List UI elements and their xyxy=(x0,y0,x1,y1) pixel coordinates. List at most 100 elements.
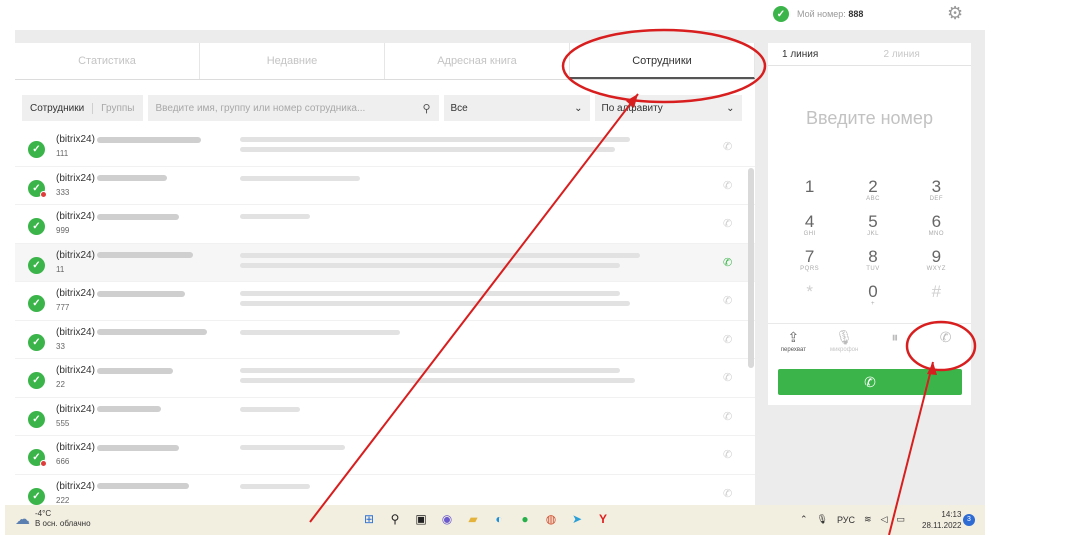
keypad-key[interactable]: 2 ABC xyxy=(841,178,904,208)
keypad-key[interactable]: 3 DEF xyxy=(905,178,968,208)
chevron-up-icon[interactable]: ⌃ xyxy=(800,514,808,525)
employee-name: (bitrix24) xyxy=(56,365,173,376)
blurred-name xyxy=(96,136,201,143)
key-digit: 9 xyxy=(931,247,942,266)
search-placeholder: Введите имя, группу или номер сотрудника… xyxy=(155,102,366,114)
pickup-action[interactable]: ⇪ перехват xyxy=(768,324,819,363)
blurred-name xyxy=(96,406,161,412)
employee-row[interactable]: ✓ (bitrix24) 777 ✆ xyxy=(15,282,755,321)
blurred-name xyxy=(96,367,173,374)
search-input[interactable]: Введите имя, группу или номер сотрудника… xyxy=(147,95,439,121)
telephony-app: ✓ Мой номер: 888 ⚙ Статистика Недавние А… xyxy=(15,0,985,505)
employee-row[interactable]: ✓ (bitrix24) 555 ✆ xyxy=(15,398,755,436)
call-employee-phone-icon[interactable]: ✆ xyxy=(723,487,732,500)
start-icon[interactable]: ⊞ xyxy=(360,510,378,528)
tab-address-book[interactable]: Адресная книга xyxy=(385,43,570,79)
call-employee-phone-icon[interactable]: ✆ xyxy=(723,140,732,153)
employee-position-blurred xyxy=(240,137,630,157)
group-select[interactable]: Все ⌄ xyxy=(443,95,590,121)
employee-extension: 999 xyxy=(56,226,70,235)
employee-row[interactable]: ✓ (bitrix24) 111 ✆ xyxy=(15,128,755,167)
key-letters: MNO xyxy=(928,231,945,237)
list-scrollbar[interactable] xyxy=(748,168,754,368)
employee-row[interactable]: ✓ (bitrix24) 33 ✆ xyxy=(15,321,755,359)
employee-extension: 333 xyxy=(56,187,70,197)
employee-row[interactable]: ✓ (bitrix24) 22 ✆ xyxy=(15,359,755,398)
task-view-icon[interactable]: ▣ xyxy=(412,510,430,528)
powerpoint-icon[interactable]: ◍ xyxy=(542,510,560,528)
call-employee-phone-icon[interactable]: ✆ xyxy=(723,217,732,230)
call-employee-phone-icon[interactable]: ✆ xyxy=(723,333,732,346)
call-actions: ⇪ перехват 🎙 микрофон ⏸ ✆ xyxy=(768,323,971,363)
yandex-browser-icon[interactable]: Y xyxy=(594,510,612,528)
switch-groups[interactable]: Группы xyxy=(93,103,134,114)
key-letters: JKL xyxy=(867,231,879,237)
microphone-tray-icon[interactable]: 🎙 xyxy=(817,514,828,525)
folder-icon[interactable]: ▰ xyxy=(464,510,482,528)
telegram-icon[interactable]: ➤ xyxy=(568,510,586,528)
wifi-icon[interactable]: ≋ xyxy=(864,514,872,525)
keypad-key[interactable]: * xyxy=(778,283,841,313)
gear-icon[interactable]: ⚙ xyxy=(947,4,965,22)
battery-icon[interactable]: ▭ xyxy=(896,514,905,525)
call-employee-phone-icon[interactable]: ✆ xyxy=(723,371,732,384)
tab-recent[interactable]: Недавние xyxy=(200,43,385,79)
key-letters: + xyxy=(870,301,875,307)
employee-row[interactable]: ✓ (bitrix24) 333 ✆ xyxy=(15,167,755,205)
line-1-tab[interactable]: 1 линия xyxy=(768,43,870,65)
employee-extension: 111 xyxy=(56,149,69,158)
employee-extension: 555 xyxy=(56,418,70,428)
blurred-name xyxy=(96,290,185,297)
keypad-key[interactable]: # xyxy=(905,283,968,313)
employee-position-blurred xyxy=(240,329,400,340)
blurred-name xyxy=(96,483,189,489)
sort-select[interactable]: По алфавиту ⌄ xyxy=(594,95,742,121)
keypad-key[interactable]: 8 TUV xyxy=(841,248,904,278)
keypad-key[interactable]: 5 JKL xyxy=(841,213,904,243)
key-digit: 2 xyxy=(868,177,878,196)
hold-action[interactable]: ⏸ xyxy=(870,324,921,363)
key-digit: 1 xyxy=(804,177,815,196)
employee-position-blurred xyxy=(240,252,640,273)
search-icon[interactable]: ⚲ xyxy=(422,102,430,115)
status-icon: ✓ xyxy=(28,370,45,389)
call-button[interactable]: ✆ xyxy=(778,369,962,395)
chat-icon[interactable]: ◉ xyxy=(438,510,456,528)
keypad-key[interactable]: 6 MNO xyxy=(905,213,968,243)
microphone-action[interactable]: 🎙 микрофон xyxy=(819,324,870,363)
whatsapp-icon[interactable]: ● xyxy=(516,510,534,528)
call-employee-phone-icon[interactable]: ✆ xyxy=(723,256,732,269)
tab-statistics[interactable]: Статистика xyxy=(15,43,200,79)
keypad-key[interactable]: 0 + xyxy=(841,283,904,313)
employee-row[interactable]: ✓ (bitrix24) 11 ✆ xyxy=(15,243,755,282)
call-employee-phone-icon[interactable]: ✆ xyxy=(723,294,732,307)
weather-icon: ☁ xyxy=(15,511,30,528)
employee-row[interactable]: ✓ (bitrix24) 999 ✆ xyxy=(15,205,755,244)
employee-row[interactable]: ✓ (bitrix24) 666 ✆ xyxy=(15,436,755,475)
switch-employees[interactable]: Сотрудники xyxy=(30,102,94,114)
employee-position-blurred xyxy=(240,483,310,494)
language-indicator[interactable]: РУС xyxy=(837,515,855,525)
keypad-key[interactable]: 4 GHI xyxy=(778,213,841,243)
number-input[interactable]: Введите номер xyxy=(768,108,971,129)
edge-icon[interactable]: ◐ xyxy=(490,510,508,528)
clock[interactable]: 14:13 28.11.2022 xyxy=(922,509,961,531)
tab-bar: Статистика Недавние Адресная книга Сотру… xyxy=(15,43,755,80)
keypad-key[interactable]: 9 WXYZ xyxy=(905,248,968,278)
weather-widget[interactable]: ☁ -4°C В осн. облачно xyxy=(15,509,91,529)
transfer-action[interactable]: ✆ xyxy=(920,324,971,363)
notification-badge[interactable]: 3 xyxy=(963,514,975,526)
employee-position-blurred xyxy=(240,214,310,224)
volume-icon[interactable]: ◁ xyxy=(881,514,888,525)
call-employee-phone-icon[interactable]: ✆ xyxy=(723,410,732,423)
keypad-key[interactable]: 7 PQRS xyxy=(778,248,841,278)
employee-row[interactable]: ✓ (bitrix24) 222 ✆ xyxy=(15,475,755,506)
tab-employees[interactable]: Сотрудники xyxy=(570,43,755,79)
call-employee-phone-icon[interactable]: ✆ xyxy=(723,179,732,192)
search-icon[interactable]: ⚲ xyxy=(386,510,404,528)
line-2-tab[interactable]: 2 линия xyxy=(870,43,972,65)
employee-list: ✓ (bitrix24) 111 ✆ ✓ (bitrix24) 333 ✆ ✓ (bitrix24… xyxy=(15,128,755,505)
keypad-key[interactable]: 1 xyxy=(778,178,841,208)
call-employee-phone-icon[interactable]: ✆ xyxy=(723,448,732,461)
key-letters: ABC xyxy=(866,196,880,202)
